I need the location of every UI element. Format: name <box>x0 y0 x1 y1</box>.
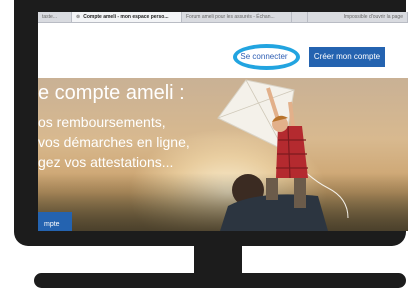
browser-tab[interactable]: Forum ameli pour les assurés - Échan... <box>182 12 292 22</box>
monitor-stand-neck <box>194 246 242 274</box>
create-account-button[interactable]: Créer mon compte <box>309 47 385 67</box>
browser-tab-strip: taste... ⊗ Compte ameli - mon espace pers… <box>38 12 408 23</box>
screen: taste... ⊗ Compte ameli - mon espace pers… <box>38 12 408 231</box>
tab-label: Forum ameli pour les assurés - Échan... <box>186 14 275 20</box>
hero-title: e compte ameli : <box>38 82 185 104</box>
kite-child-illustration <box>217 79 349 231</box>
hero-line: os remboursements, <box>38 114 166 130</box>
browser-tab-active[interactable]: ⊗ Compte ameli - mon espace perso... <box>72 12 182 22</box>
browser-tab[interactable]: Impossible d'ouvrir la page <box>308 12 408 22</box>
tab-label: Compte ameli - mon espace perso... <box>83 14 169 20</box>
browser-tab[interactable]: taste... <box>38 12 72 22</box>
tab-label: Impossible d'ouvrir la page <box>343 14 403 20</box>
monitor: taste... ⊗ Compte ameli - mon espace pers… <box>14 0 408 246</box>
hero-line: vos démarches en ligne, <box>38 134 190 150</box>
site-header: Se connecter Créer mon compte <box>38 23 408 78</box>
login-button[interactable]: Se connecter <box>233 47 295 67</box>
monitor-stand-base <box>34 273 406 288</box>
tab-label: taste... <box>42 14 58 20</box>
browser-tab[interactable] <box>292 12 308 22</box>
account-cta-button[interactable]: mpte <box>38 212 72 231</box>
close-icon[interactable]: ⊗ <box>76 14 80 20</box>
hero-banner: e compte ameli : os remboursements, vos … <box>38 78 408 231</box>
hero-line: gez vos attestations... <box>38 154 174 170</box>
